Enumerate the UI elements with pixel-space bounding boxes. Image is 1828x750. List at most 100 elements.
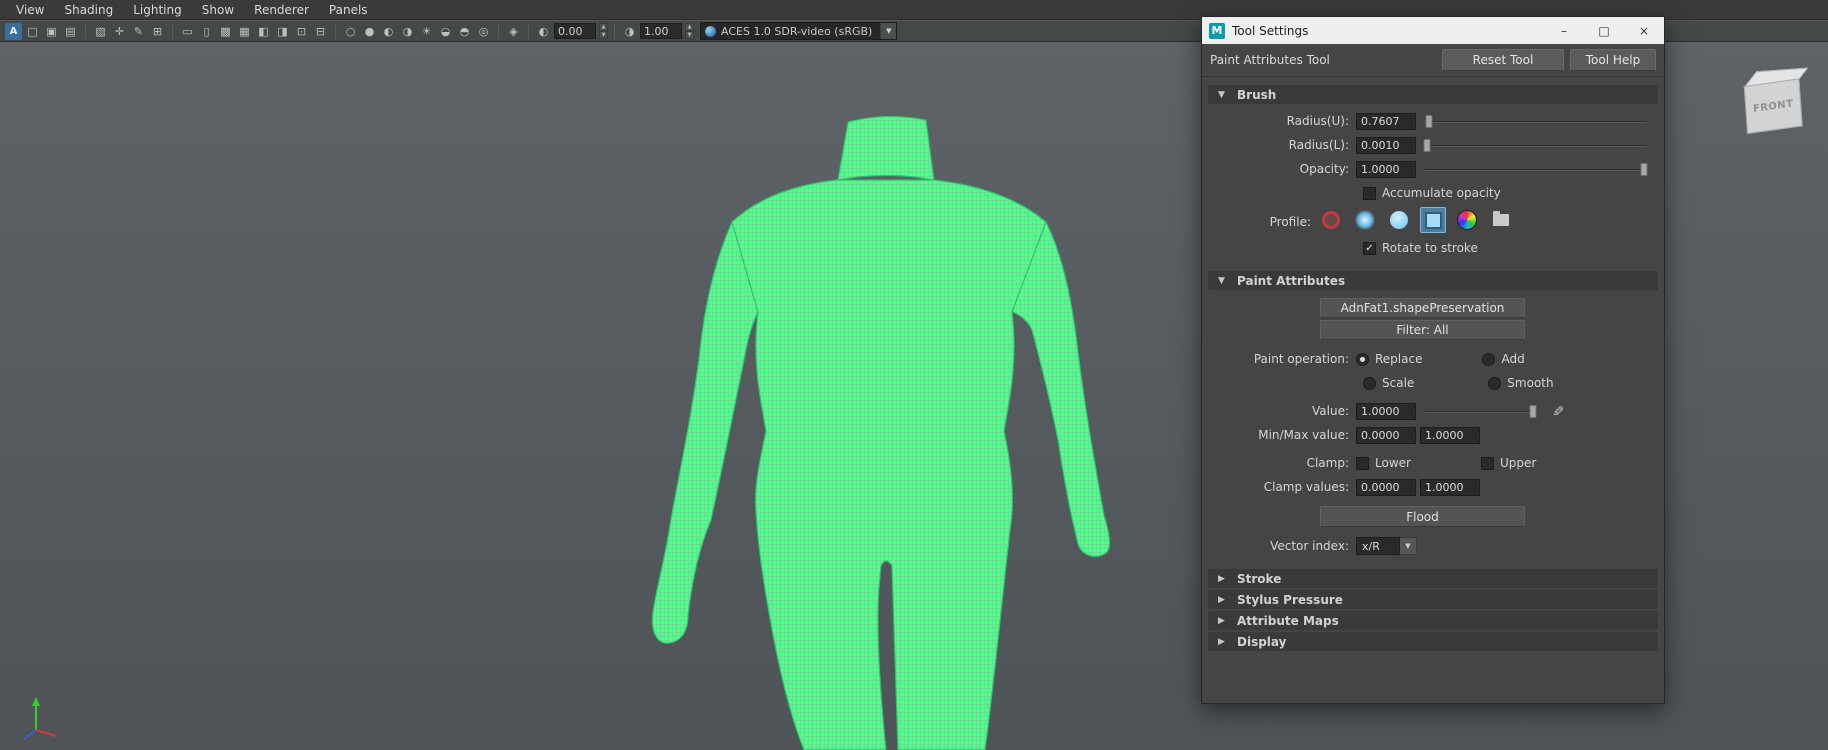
expand-arrow-icon[interactable]: ▶	[1218, 595, 1227, 605]
brush-browse-icon[interactable]	[1488, 207, 1514, 233]
grid-icon[interactable]: ⊞	[149, 23, 166, 40]
grease-pencil-icon[interactable]: ✎	[130, 23, 147, 40]
section-header-display[interactable]: ▶ Display	[1208, 632, 1658, 651]
section-header-paint-attributes[interactable]: ▼ Paint Attributes	[1208, 271, 1658, 290]
radius-l-label: Radius(L):	[1208, 138, 1356, 152]
lighting-icon[interactable]: ☀	[418, 23, 435, 40]
bookmarks-icon[interactable]: ▤	[62, 23, 79, 40]
section-header-stylus-pressure[interactable]: ▶ Stylus Pressure	[1208, 590, 1658, 609]
smooth-radio[interactable]	[1488, 377, 1501, 390]
wireframe-icon[interactable]: ○	[342, 23, 359, 40]
vector-index-value: x/R	[1356, 537, 1400, 555]
gamma-stepper[interactable]: ▲▼	[685, 23, 694, 39]
minimize-button[interactable]: –	[1544, 17, 1584, 44]
smooth-shade-icon[interactable]: ●	[361, 23, 378, 40]
resolution-gate-icon[interactable]: ▯	[198, 23, 215, 40]
menu-panels[interactable]: Panels	[319, 1, 378, 19]
clamp-lower-checkbox[interactable]	[1356, 457, 1369, 470]
expand-arrow-icon[interactable]: ▶	[1218, 637, 1227, 647]
section-label: Stroke	[1237, 572, 1281, 586]
gamma-icon[interactable]: ◑	[621, 23, 638, 40]
section-header-brush[interactable]: ▼ Brush	[1208, 85, 1658, 104]
radius-l-field[interactable]	[1356, 137, 1416, 154]
brush-solid-icon[interactable]	[1386, 207, 1412, 233]
exposure-icon[interactable]: ◐	[535, 23, 552, 40]
radius-l-slider[interactable]	[1425, 137, 1646, 154]
reset-tool-button[interactable]: Reset Tool	[1442, 49, 1564, 71]
default-material-icon[interactable]: ◑	[399, 23, 416, 40]
section-header-stroke[interactable]: ▶ Stroke	[1208, 569, 1658, 588]
radius-u-field[interactable]	[1356, 113, 1416, 130]
menu-show[interactable]: Show	[192, 1, 244, 19]
clamp-min-field[interactable]	[1356, 479, 1416, 496]
field-chart-icon[interactable]: ▦	[236, 23, 253, 40]
rotate-to-stroke-checkbox[interactable]: ✓	[1363, 242, 1376, 255]
view-transform-select[interactable]: ACES 1.0 SDR-video (sRGB) ▼	[700, 22, 897, 40]
tool-help-button[interactable]: Tool Help	[1570, 49, 1656, 71]
add-radio[interactable]	[1482, 353, 1495, 366]
clamp-upper-checkbox[interactable]	[1481, 457, 1494, 470]
flood-button[interactable]: Flood	[1320, 506, 1525, 527]
scale-radio[interactable]	[1363, 377, 1376, 390]
collapse-arrow-icon[interactable]: ▼	[1218, 90, 1227, 100]
paint-attributes-section: AdnFat1.shapePreservation Filter: All Pa…	[1208, 290, 1658, 567]
filter-button[interactable]: Filter: All	[1320, 320, 1525, 340]
view-cube-front-face[interactable]: FRONT	[1744, 78, 1803, 134]
radius-u-slider[interactable]	[1425, 113, 1646, 130]
view-cube[interactable]: FRONT	[1740, 66, 1813, 141]
safe-title-icon[interactable]: ◨	[274, 23, 291, 40]
menu-view[interactable]: View	[6, 1, 54, 19]
xray-icon[interactable]: ◎	[475, 23, 492, 40]
attribute-selector: AdnFat1.shapePreservation Filter: All	[1320, 298, 1525, 340]
opacity-field[interactable]	[1356, 161, 1416, 178]
image-plane-icon[interactable]: ▧	[92, 23, 109, 40]
expand-arrow-icon[interactable]: ▶	[1218, 616, 1227, 626]
gate-mask-icon[interactable]: ▩	[217, 23, 234, 40]
frame-selected-icon[interactable]: ⊟	[312, 23, 329, 40]
min-value-field[interactable]	[1356, 427, 1416, 444]
brush-profile-icons	[1318, 207, 1514, 233]
max-value-field[interactable]	[1420, 427, 1480, 444]
close-button[interactable]: ×	[1624, 17, 1664, 44]
vector-index-select[interactable]: x/R ▼	[1356, 537, 1417, 555]
brush-square-icon[interactable]	[1420, 207, 1446, 233]
accumulate-opacity-checkbox[interactable]	[1363, 187, 1376, 200]
menu-lighting[interactable]: Lighting	[123, 1, 192, 19]
safe-action-icon[interactable]: ◧	[255, 23, 272, 40]
profile-label: Profile:	[1208, 207, 1318, 229]
shadows-icon[interactable]: ◒	[437, 23, 454, 40]
pan-zoom-icon[interactable]: ✛	[111, 23, 128, 40]
value-field[interactable]	[1356, 403, 1416, 420]
opacity-slider[interactable]	[1425, 161, 1646, 178]
eyedropper-icon[interactable]: ✎	[1549, 405, 1565, 417]
select-camera-icon[interactable]: A	[5, 23, 22, 40]
menu-shading[interactable]: Shading	[54, 1, 123, 19]
textured-icon[interactable]: ◐	[380, 23, 397, 40]
tool-settings-titlebar[interactable]: M Tool Settings – □ ×	[1202, 17, 1664, 44]
maximize-button[interactable]: □	[1584, 17, 1624, 44]
isolate-select-icon[interactable]: ◈	[505, 23, 522, 40]
paint-attribute-button[interactable]: AdnFat1.shapePreservation	[1320, 298, 1525, 318]
exposure-field[interactable]	[554, 23, 596, 39]
frame-all-icon[interactable]: ⊡	[293, 23, 310, 40]
exposure-stepper[interactable]: ▲▼	[599, 23, 608, 39]
clamp-max-field[interactable]	[1420, 479, 1480, 496]
section-header-attribute-maps[interactable]: ▶ Attribute Maps	[1208, 611, 1658, 630]
brush-gaussian-icon[interactable]	[1318, 207, 1344, 233]
value-slider[interactable]	[1425, 403, 1537, 420]
camera-attributes-icon[interactable]: ▣	[43, 23, 60, 40]
brush-soft-icon[interactable]	[1352, 207, 1378, 233]
chevron-down-icon[interactable]: ▼	[1400, 537, 1417, 555]
occlusion-icon[interactable]: ◓	[456, 23, 473, 40]
collapse-arrow-icon[interactable]: ▼	[1218, 276, 1227, 286]
brush-colorwheel-icon[interactable]	[1454, 207, 1480, 233]
film-gate-icon[interactable]: ▭	[179, 23, 196, 40]
gamma-field[interactable]	[640, 23, 682, 39]
expand-arrow-icon[interactable]: ▶	[1218, 574, 1227, 584]
toolbar-separator	[498, 24, 499, 39]
menu-renderer[interactable]: Renderer	[244, 1, 319, 19]
replace-radio[interactable]	[1356, 353, 1369, 366]
lock-camera-icon[interactable]: □	[24, 23, 41, 40]
chevron-down-icon[interactable]: ▼	[880, 23, 896, 39]
vector-index-label: Vector index:	[1208, 539, 1356, 553]
